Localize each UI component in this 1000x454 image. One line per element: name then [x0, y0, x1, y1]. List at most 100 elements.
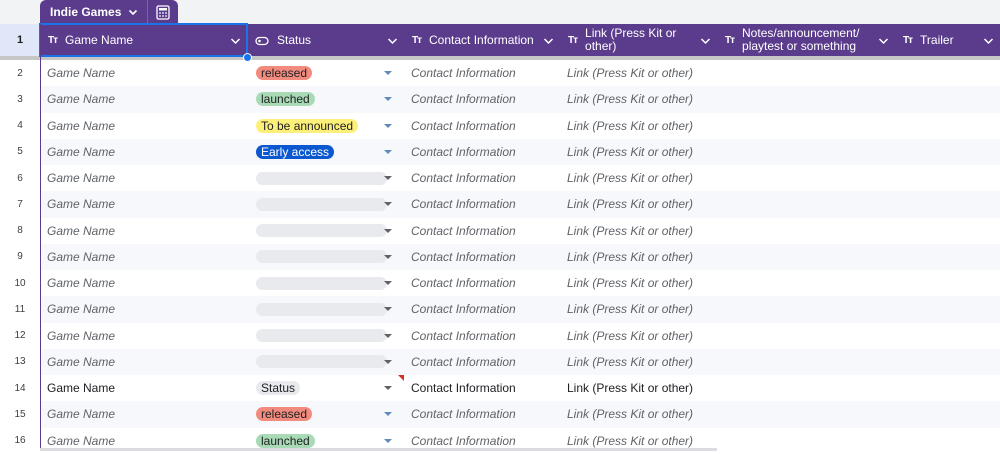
- cell-link[interactable]: Link (Press Kit or other): [567, 139, 717, 165]
- cell-contact-information[interactable]: Contact Information: [411, 349, 560, 375]
- dropdown-arrow-icon[interactable]: [384, 307, 392, 312]
- cell-link[interactable]: Link (Press Kit or other): [567, 244, 717, 270]
- cell-status[interactable]: Early access: [256, 139, 397, 165]
- cell-contact-information[interactable]: Contact Information: [411, 113, 560, 139]
- chevron-down-icon[interactable]: [387, 35, 398, 49]
- dropdown-arrow-icon[interactable]: [384, 333, 392, 338]
- cell-link[interactable]: Link (Press Kit or other): [567, 401, 717, 427]
- selection-handle[interactable]: [243, 53, 252, 62]
- cell-notes[interactable]: [717, 113, 895, 139]
- cell-game-name[interactable]: Game Name: [47, 270, 247, 296]
- cell-status[interactable]: [256, 165, 397, 191]
- cell-trailer[interactable]: [895, 270, 1000, 296]
- dropdown-arrow-icon[interactable]: [384, 176, 392, 180]
- chevron-down-icon[interactable]: [878, 35, 889, 49]
- row-number[interactable]: 12: [0, 323, 40, 349]
- cell-trailer[interactable]: [895, 375, 1000, 401]
- cell-game-name[interactable]: Game Name: [47, 296, 247, 322]
- cell-contact-information[interactable]: Contact Information: [411, 191, 560, 217]
- cell-status[interactable]: [256, 323, 397, 349]
- cell-status[interactable]: [256, 296, 397, 322]
- cell-contact-information[interactable]: Contact Information: [411, 244, 560, 270]
- cell-trailer[interactable]: [895, 60, 1000, 86]
- calculator-icon[interactable]: [156, 4, 171, 20]
- cell-game-name[interactable]: Game Name: [47, 323, 247, 349]
- row-number[interactable]: 13: [0, 349, 40, 375]
- cell-trailer[interactable]: [895, 349, 1000, 375]
- dropdown-arrow-icon[interactable]: [384, 228, 392, 233]
- cell-game-name[interactable]: Game Name: [47, 60, 247, 86]
- row-number[interactable]: 6: [0, 165, 40, 191]
- cell-link[interactable]: Link (Press Kit or other): [567, 191, 717, 217]
- cell-link[interactable]: Link (Press Kit or other): [567, 296, 717, 322]
- cell-contact-information[interactable]: Contact Information: [411, 165, 560, 191]
- cell-notes[interactable]: [717, 401, 895, 427]
- cell-contact-information[interactable]: Contact Information: [411, 86, 560, 112]
- cell-link[interactable]: Link (Press Kit or other): [567, 113, 717, 139]
- cell-link[interactable]: Link (Press Kit or other): [567, 349, 717, 375]
- column-header-status[interactable]: Status: [247, 24, 404, 56]
- cell-notes[interactable]: [717, 244, 895, 270]
- dropdown-arrow-icon[interactable]: [384, 254, 392, 259]
- cell-link[interactable]: Link (Press Kit or other): [567, 218, 717, 244]
- cell-game-name[interactable]: Game Name: [47, 113, 247, 139]
- status-chip[interactable]: [256, 171, 387, 185]
- comment-indicator-icon[interactable]: [398, 375, 404, 381]
- cell-contact-information[interactable]: Contact Information: [411, 139, 560, 165]
- cell-link[interactable]: Link (Press Kit or other): [567, 270, 717, 296]
- table-tab-indie-games[interactable]: Indie Games: [40, 0, 178, 24]
- dropdown-arrow-icon[interactable]: [384, 438, 392, 443]
- row-number[interactable]: 15: [0, 401, 40, 427]
- status-chip[interactable]: released: [256, 66, 313, 81]
- cell-notes[interactable]: [717, 296, 895, 322]
- row-number[interactable]: 10: [0, 270, 40, 296]
- column-header-link[interactable]: Tт Link (Press Kit or other): [560, 24, 717, 56]
- row-number[interactable]: 11: [0, 296, 40, 322]
- dropdown-arrow-icon[interactable]: [384, 281, 392, 285]
- chevron-down-icon[interactable]: [543, 35, 554, 49]
- cell-notes[interactable]: [717, 270, 895, 296]
- cell-link[interactable]: Link (Press Kit or other): [567, 375, 717, 401]
- cell-contact-information[interactable]: Contact Information: [411, 375, 560, 401]
- cell-game-name[interactable]: Game Name: [47, 401, 247, 427]
- cell-notes[interactable]: [717, 139, 895, 165]
- cell-trailer[interactable]: [895, 218, 1000, 244]
- status-chip[interactable]: [256, 329, 387, 343]
- cell-trailer[interactable]: [895, 401, 1000, 427]
- cell-notes[interactable]: [717, 323, 895, 349]
- cell-notes[interactable]: [717, 375, 895, 401]
- dropdown-arrow-icon[interactable]: [384, 386, 392, 390]
- status-chip[interactable]: [256, 355, 387, 369]
- row-number[interactable]: 9: [0, 244, 40, 270]
- status-chip[interactable]: [256, 276, 387, 290]
- cell-notes[interactable]: [717, 165, 895, 191]
- column-header-contact-information[interactable]: Tт Contact Information: [404, 24, 560, 56]
- dropdown-arrow-icon[interactable]: [384, 97, 392, 102]
- cell-status[interactable]: To be announced: [256, 113, 397, 139]
- row-number[interactable]: 16: [0, 428, 40, 454]
- cell-notes[interactable]: [717, 218, 895, 244]
- cell-game-name[interactable]: Game Name: [47, 139, 247, 165]
- row-number[interactable]: 3: [0, 86, 40, 112]
- cell-contact-information[interactable]: Contact Information: [411, 60, 560, 86]
- dropdown-arrow-icon[interactable]: [384, 359, 392, 364]
- cell-notes[interactable]: [717, 86, 895, 112]
- cell-status[interactable]: released: [256, 60, 397, 86]
- row-number-header[interactable]: 1: [0, 24, 40, 60]
- cell-game-name[interactable]: Game Name: [47, 218, 247, 244]
- status-chip[interactable]: Early access: [256, 144, 335, 159]
- dropdown-arrow-icon[interactable]: [384, 412, 392, 417]
- chevron-down-icon[interactable]: [230, 35, 241, 49]
- cell-trailer[interactable]: [895, 296, 1000, 322]
- cell-link[interactable]: Link (Press Kit or other): [567, 86, 717, 112]
- status-chip[interactable]: [256, 250, 387, 264]
- cell-trailer[interactable]: [895, 323, 1000, 349]
- status-chip[interactable]: [256, 224, 387, 238]
- cell-notes[interactable]: [717, 191, 895, 217]
- cell-link[interactable]: Link (Press Kit or other): [567, 323, 717, 349]
- cell-link[interactable]: Link (Press Kit or other): [567, 165, 717, 191]
- chevron-down-icon[interactable]: [983, 35, 994, 49]
- row-number[interactable]: 14: [0, 375, 40, 401]
- cell-contact-information[interactable]: Contact Information: [411, 296, 560, 322]
- cell-trailer[interactable]: [895, 139, 1000, 165]
